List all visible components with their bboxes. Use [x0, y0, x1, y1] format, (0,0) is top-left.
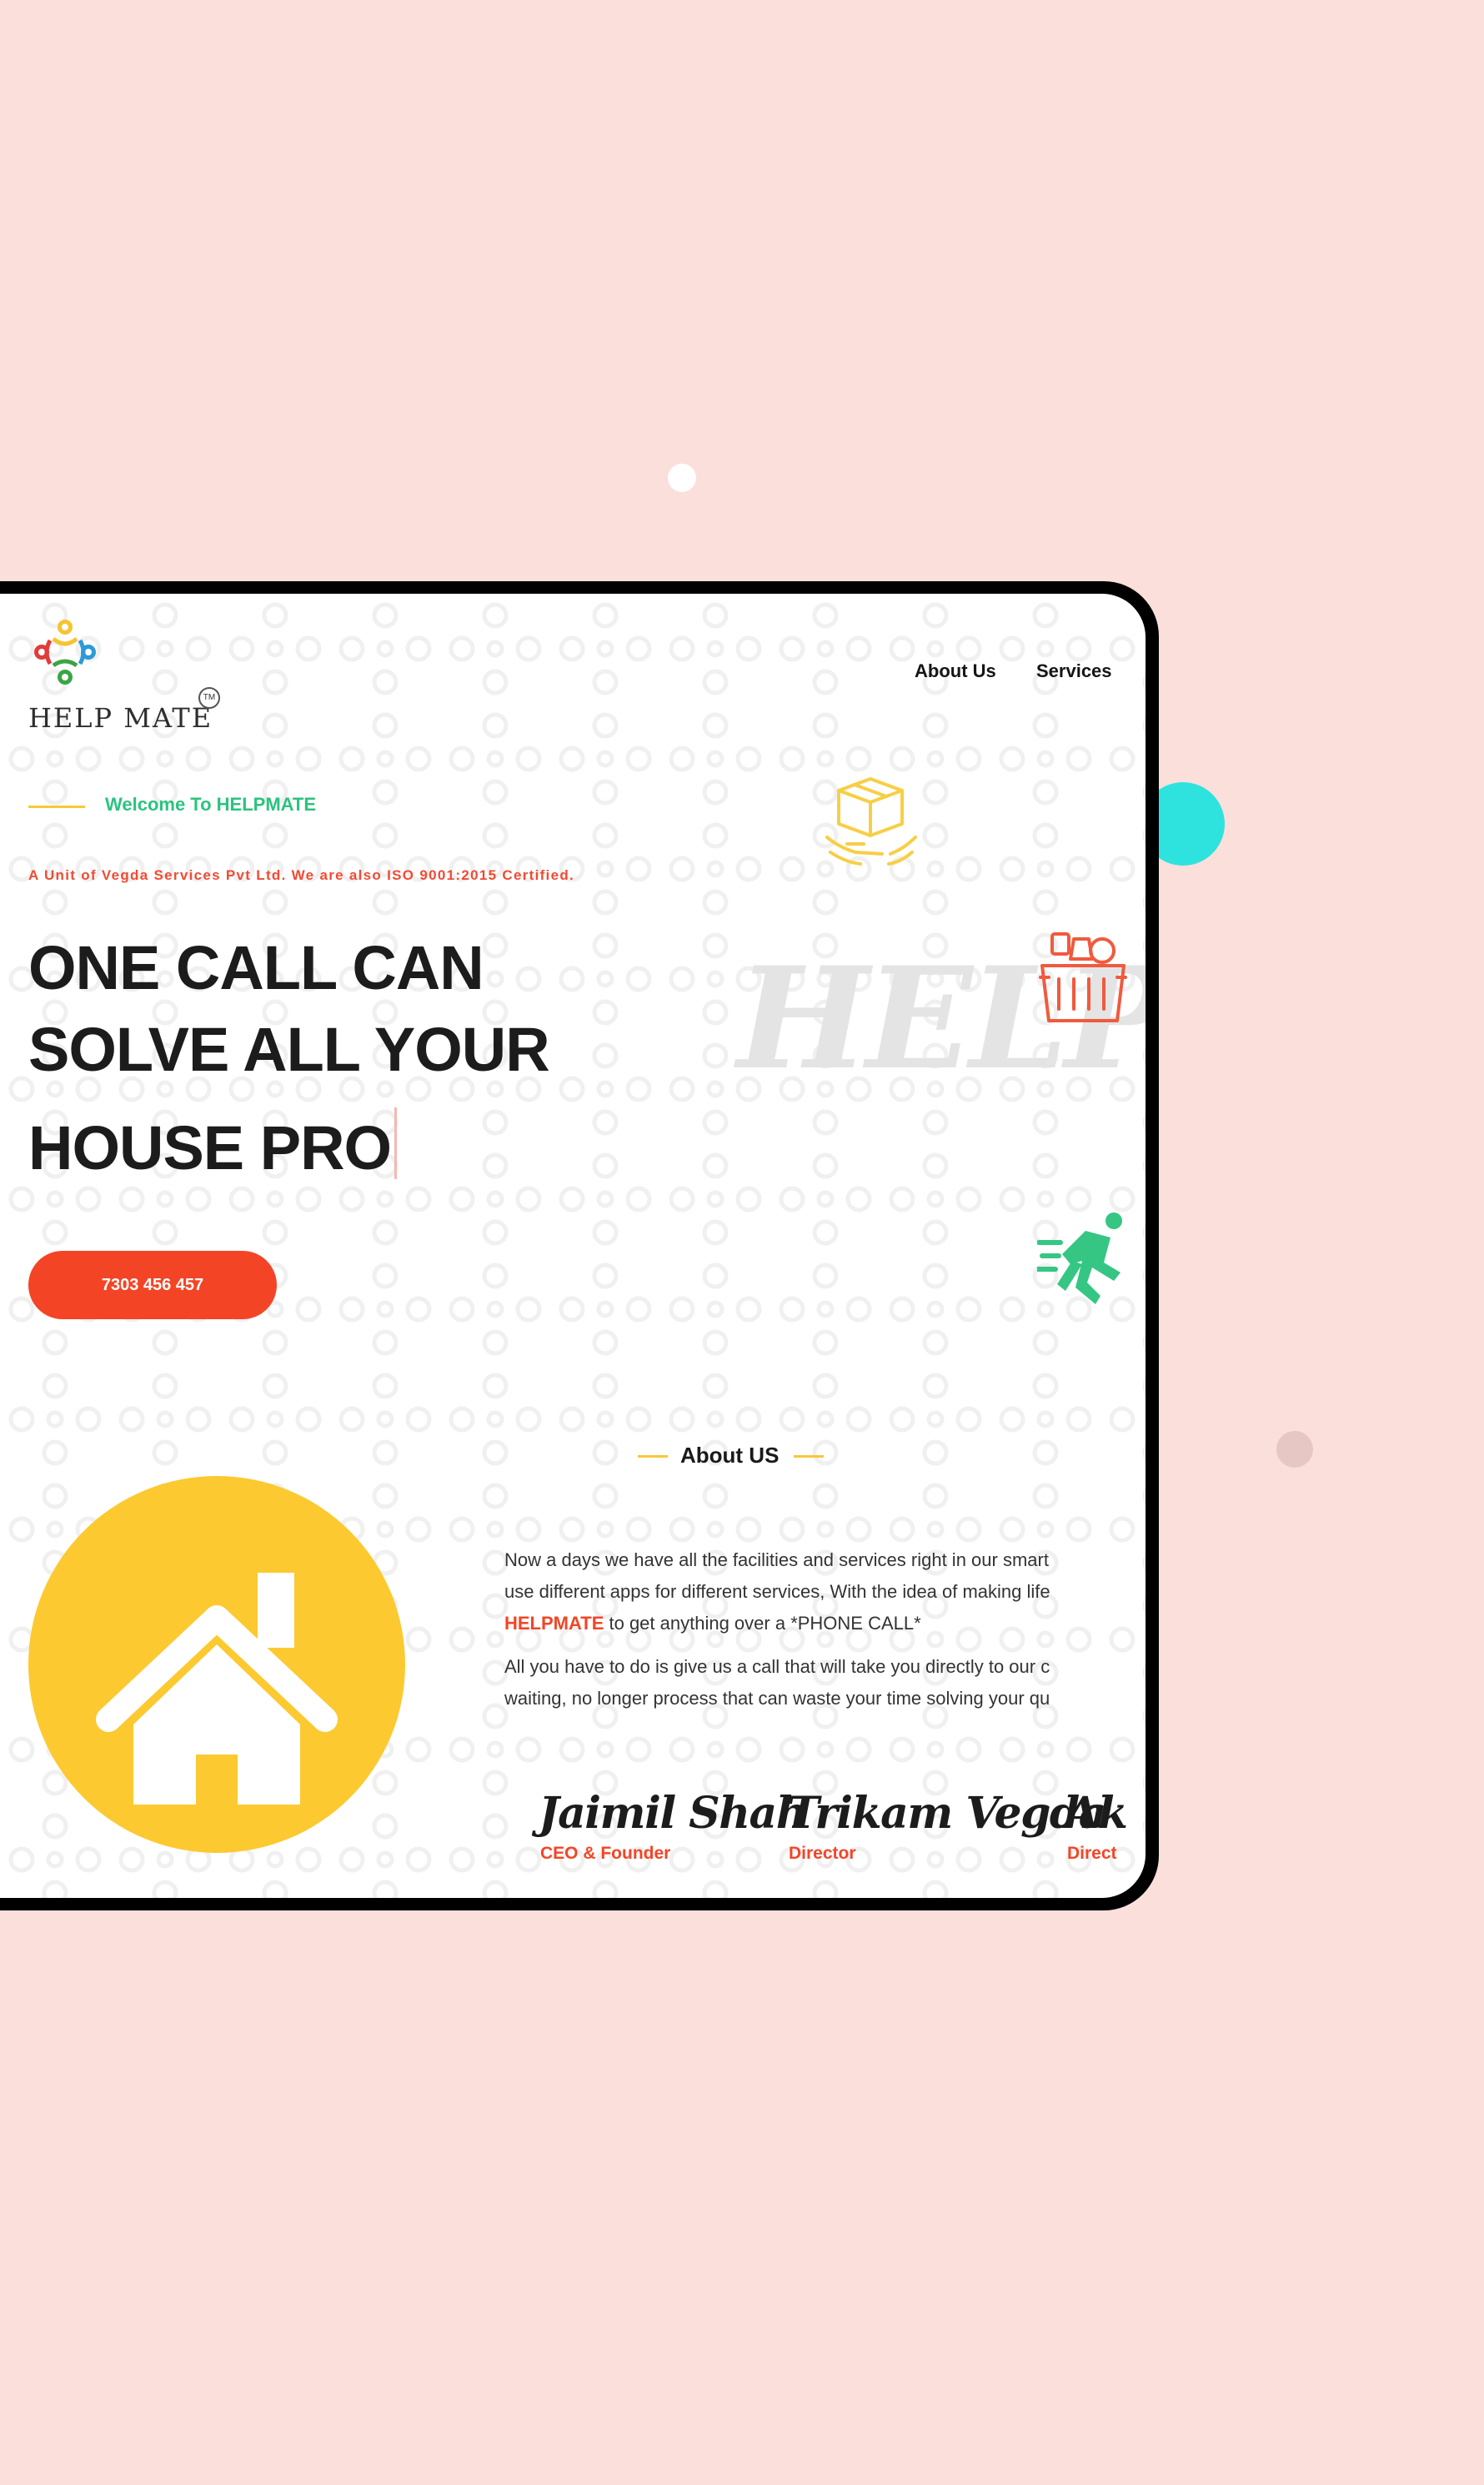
- house-icon: [96, 1573, 338, 1805]
- box-hands-icon: [825, 777, 917, 866]
- team-member-3: Ak Direct: [1065, 1788, 1128, 1864]
- about-para-1-line-3: to get anything over a *PHONE CALL*: [604, 1613, 921, 1634]
- hero-headline: ONE CALL CAN SOLVE ALL YOUR HOUSE PRO: [28, 927, 550, 1189]
- about-divider-right: [794, 1455, 824, 1458]
- team-member-name: Ak: [1065, 1788, 1128, 1839]
- about-para-2-line-1: All you have to do is give us a call tha…: [504, 1656, 1050, 1677]
- house-illustration-circle: [28, 1476, 405, 1853]
- logo-people-icon: [34, 620, 96, 685]
- headline-line-3-text: HOUSE PRO: [28, 1113, 392, 1182]
- running-man-icon: [1037, 1212, 1122, 1304]
- call-phone-button[interactable]: 7303 456 457: [28, 1251, 277, 1319]
- trademark-badge: TM: [198, 687, 220, 709]
- logo-text: HELP MATE: [28, 702, 213, 734]
- about-para-2-line-2: waiting, no longer process that can wast…: [504, 1688, 1050, 1709]
- team-member-role: CEO & Founder: [540, 1844, 671, 1863]
- about-para-1-line-2: use different apps for different service…: [504, 1581, 1050, 1602]
- about-para-1: Now a days we have all the facilities an…: [504, 1544, 1138, 1639]
- helpmate-logo[interactable]: HELP MATE TM: [28, 617, 220, 734]
- about-us-heading: About US: [680, 1443, 780, 1468]
- welcome-divider: [28, 806, 85, 808]
- grocery-basket-icon: [1039, 932, 1127, 1022]
- decor-dot-white: [668, 464, 696, 492]
- nav-services[interactable]: Services: [1036, 660, 1112, 682]
- welcome-text: Welcome To HELPMATE: [105, 794, 317, 815]
- company-unit-text: A Unit of Vegda Services Pvt Ltd. We are…: [28, 867, 575, 883]
- about-para-2: All you have to do is give us a call tha…: [504, 1651, 1138, 1714]
- team-member-name: Jaimil Shah: [539, 1788, 808, 1839]
- typing-caret: [394, 1107, 398, 1179]
- about-brand-highlight: HELPMATE: [504, 1613, 604, 1634]
- team-member-2: Trikam Vegda Director: [787, 1788, 1106, 1864]
- team-member-1: Jaimil Shah CEO & Founder: [539, 1788, 808, 1864]
- about-text: Now a days we have all the facilities an…: [504, 1544, 1138, 1714]
- about-para-1-line-1: Now a days we have all the facilities an…: [504, 1549, 1049, 1570]
- team-member-role: Director: [789, 1844, 856, 1863]
- headline-line-2: SOLVE ALL YOUR: [28, 1015, 550, 1084]
- tablet-screen: HELP MATE TM About Us Services Welcome T…: [0, 594, 1146, 1898]
- about-divider-left: [638, 1455, 668, 1458]
- team-member-role: Direct: [1067, 1844, 1117, 1863]
- nav-about-us[interactable]: About Us: [915, 660, 996, 682]
- decor-dot-grey: [1276, 1431, 1313, 1468]
- headline-line-1: ONE CALL CAN: [28, 933, 484, 1002]
- team-member-name: Trikam Vegda: [787, 1788, 1106, 1839]
- headline-line-3: HOUSE PRO: [28, 1107, 549, 1189]
